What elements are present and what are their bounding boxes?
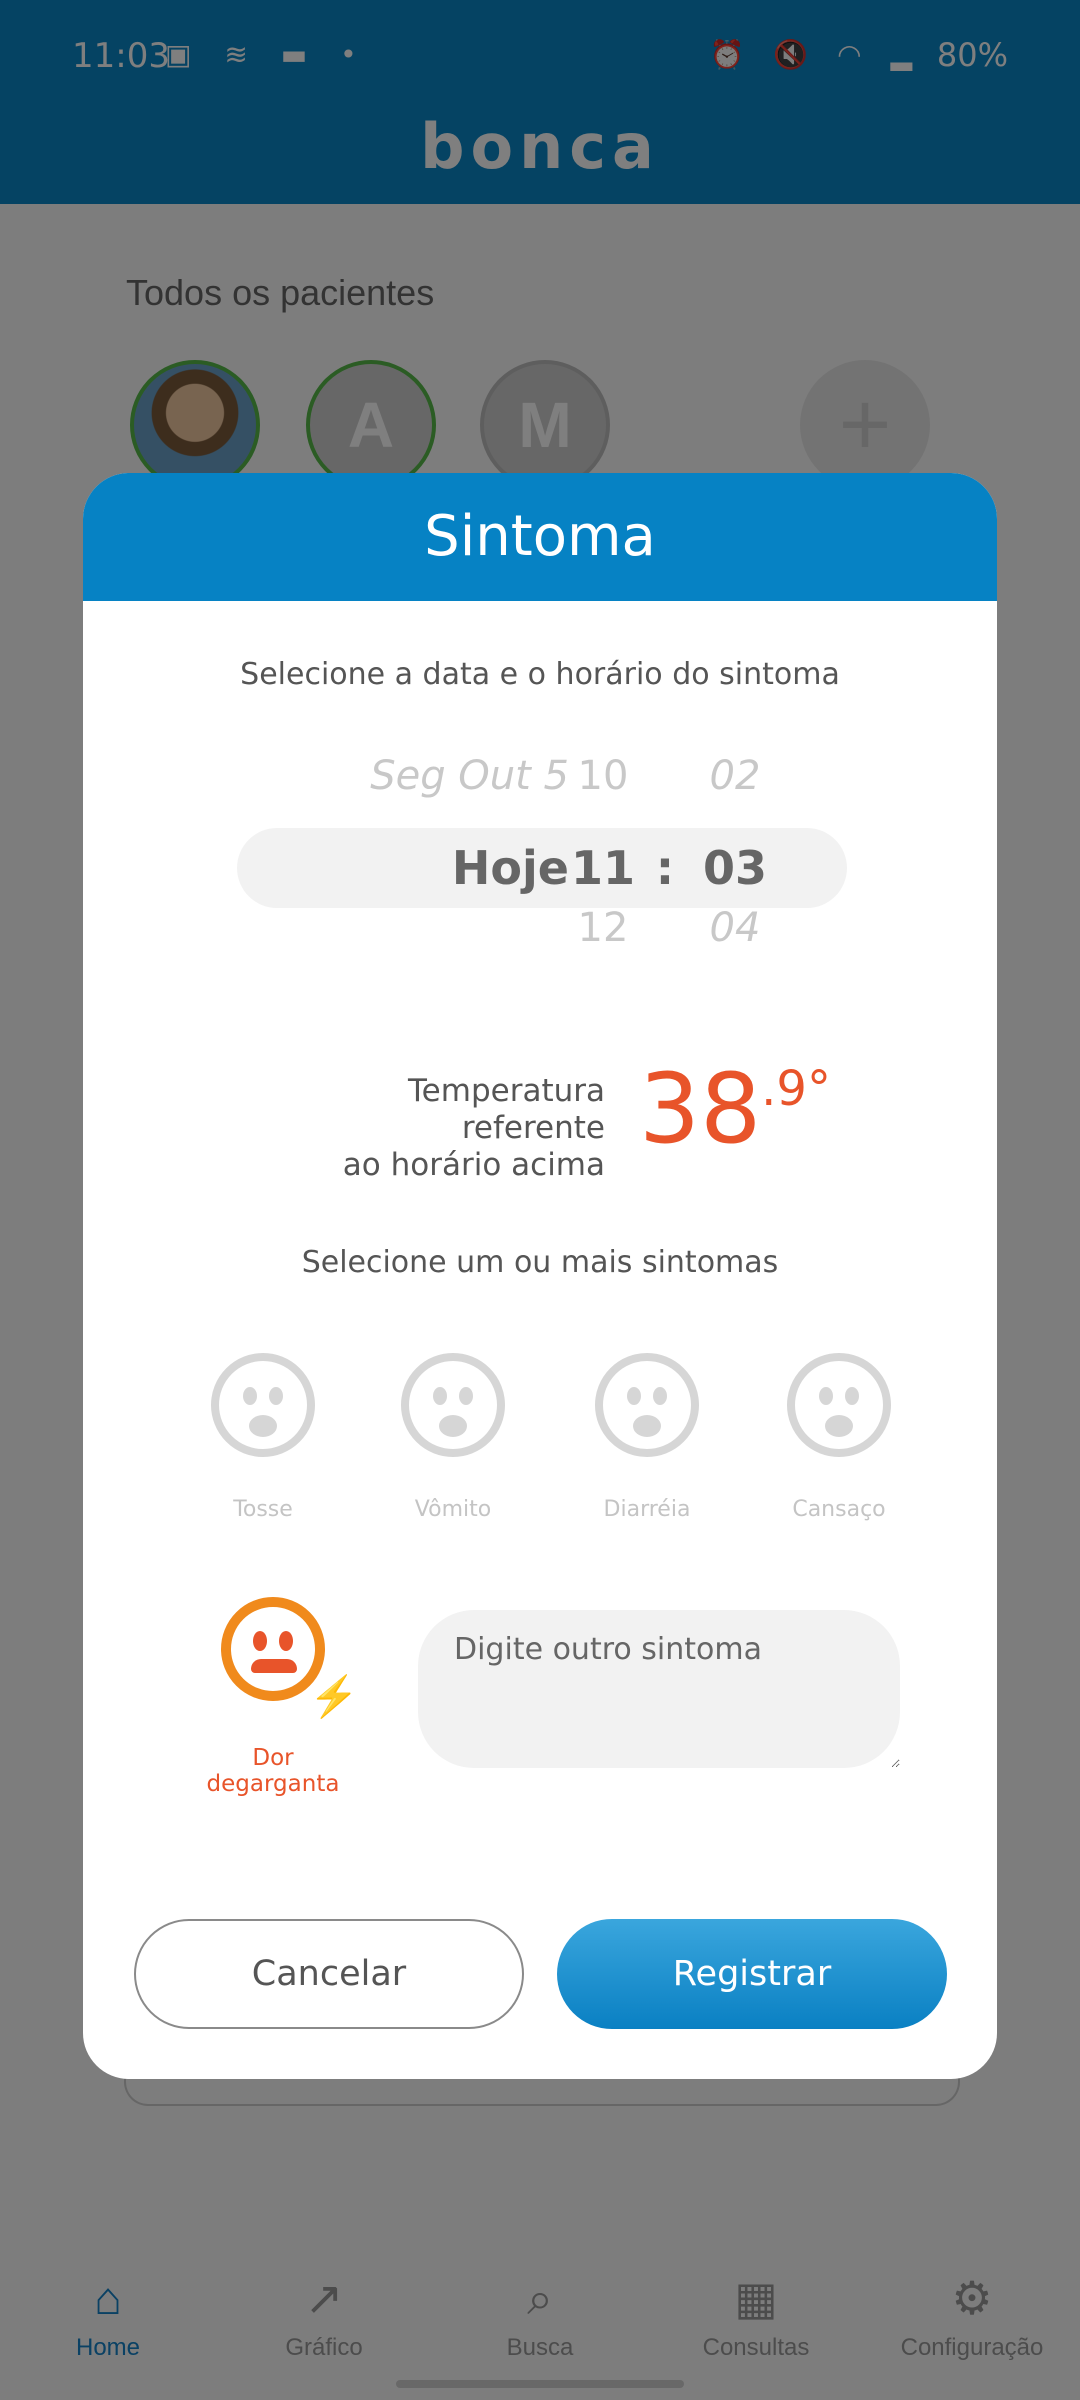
register-button[interactable]: Registrar — [557, 1919, 947, 2029]
vomit-face-icon — [401, 1353, 505, 1457]
temperature-label-line2: ao horário acima — [342, 1147, 605, 1183]
temperature-decimal: .9° — [761, 1061, 831, 1117]
picker-minute-prev[interactable]: 02 — [683, 753, 787, 799]
picker-separator: : — [655, 841, 675, 895]
temperature-value: 38.9° — [639, 1053, 831, 1165]
picker-date-prev[interactable]: Seg Out 5 — [279, 753, 569, 799]
tired-face-icon — [787, 1353, 891, 1457]
symptom-dor-label: Dor degarganta — [206, 1745, 340, 1797]
symptom-diarreia[interactable]: Diarréia — [557, 1353, 737, 1522]
temperature-label-line1: Temperatura referente — [408, 1073, 605, 1146]
symptom-cansaco[interactable]: Cansaço — [749, 1353, 929, 1522]
picker-date-selected[interactable]: Hoje — [279, 841, 569, 895]
picker-hour-prev[interactable]: 10 — [553, 753, 653, 799]
lightning-icon: ⚡ — [309, 1675, 359, 1719]
symptom-dialog: Sintoma Selecione a data e o horário do … — [83, 473, 997, 2079]
datetime-picker[interactable]: Seg Out 5 Hoje 10 11 12 : 02 03 04 — [83, 753, 997, 993]
picker-hour-next[interactable]: 12 — [553, 905, 653, 951]
symptom-vomito-label: Vômito — [414, 1497, 492, 1522]
nausea-face-icon — [595, 1353, 699, 1457]
symptom-tosse[interactable]: Tosse — [173, 1353, 353, 1522]
temperature-integer: 38 — [639, 1053, 762, 1165]
temperature-label: Temperatura referente ao horário acima — [263, 1073, 605, 1184]
symptom-cansaco-label: Cansaço — [792, 1497, 886, 1522]
picker-minute-selected[interactable]: 03 — [683, 841, 787, 895]
symptom-options: Tosse Vômito Diarréia Cansaço — [83, 1353, 997, 1553]
symptoms-instruction: Selecione um ou mais sintomas — [301, 1245, 779, 1280]
picker-hour-selected[interactable]: 11 — [553, 841, 653, 895]
date-instruction: Selecione a data e o horário do sintoma — [240, 657, 840, 692]
picker-minute-next[interactable]: 04 — [683, 905, 787, 951]
symptom-vomito[interactable]: Vômito — [363, 1353, 543, 1522]
dialog-title: Sintoma — [83, 473, 997, 601]
symptom-dor-de-garganta[interactable]: ⚡ Dor degarganta — [183, 1597, 363, 1797]
cough-face-icon — [211, 1353, 315, 1457]
symptom-diarreia-label: Diarréia — [603, 1497, 691, 1522]
other-symptom-input[interactable] — [418, 1610, 900, 1768]
symptom-tosse-label: Tosse — [233, 1497, 293, 1522]
cancel-button[interactable]: Cancelar — [134, 1919, 524, 2029]
